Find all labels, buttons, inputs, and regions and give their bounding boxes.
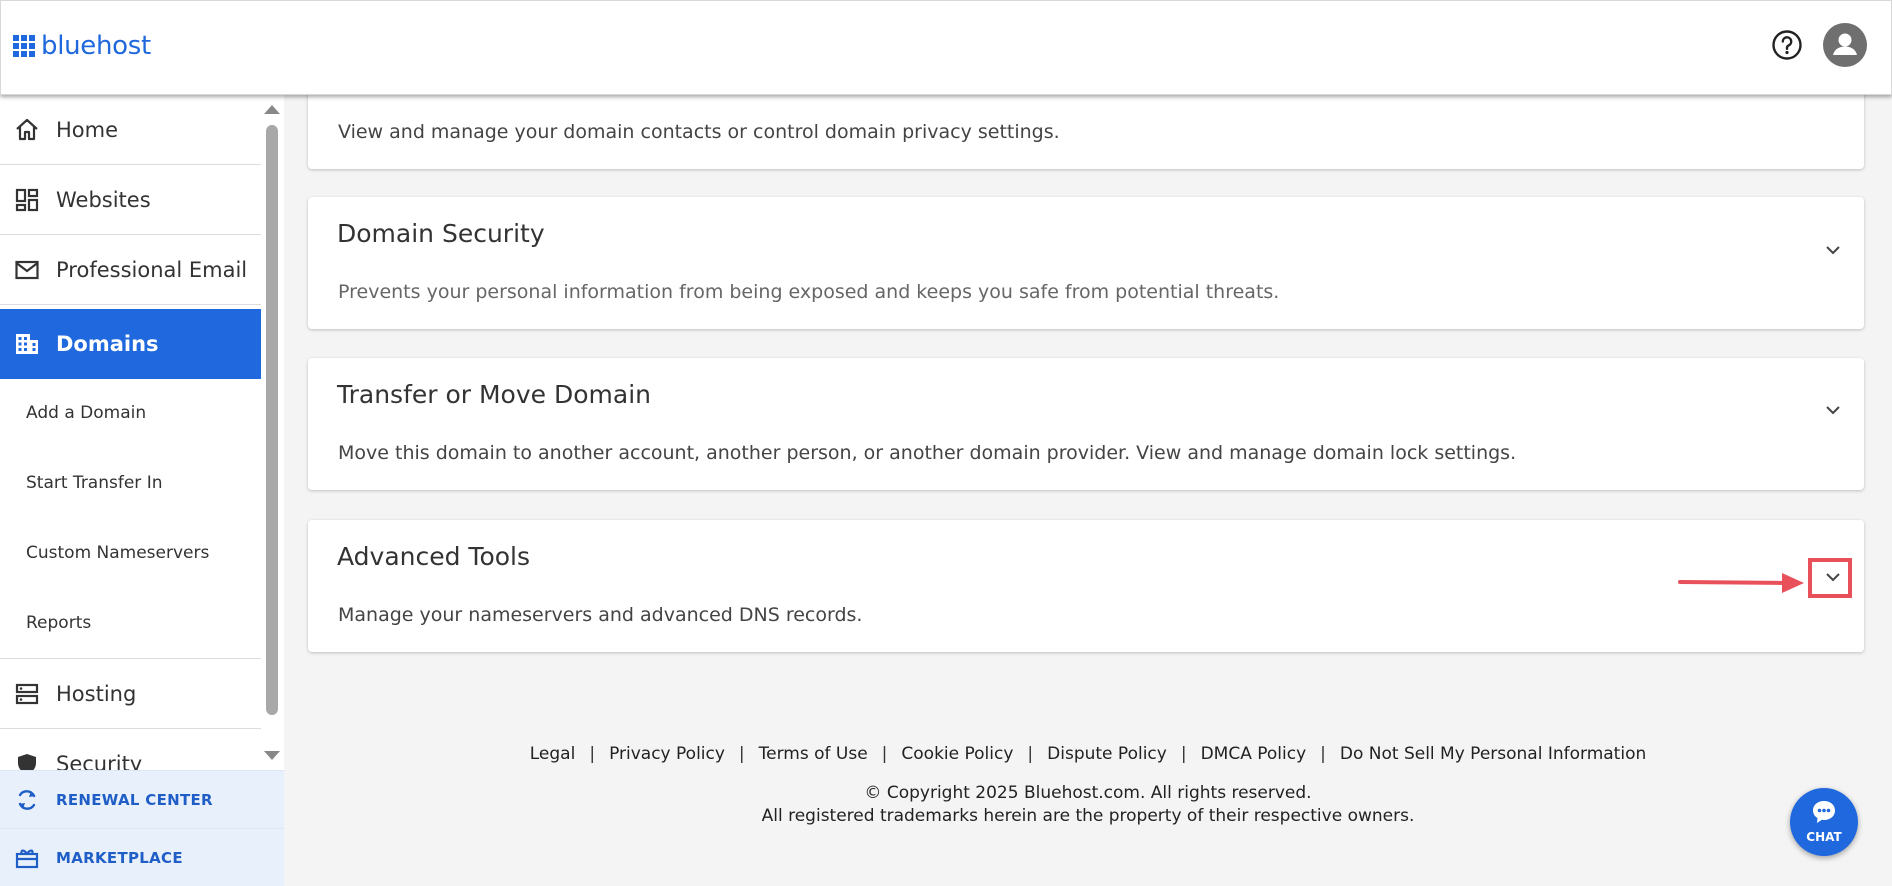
sidebar-item-hosting[interactable]: Hosting	[0, 659, 261, 729]
footer-link-terms-of-use[interactable]: Terms of Use	[759, 744, 868, 764]
user-icon	[1833, 33, 1857, 55]
footer-copyright: © Copyright 2025 Bluehost.com. All right…	[864, 783, 1312, 803]
card-description: Prevents your personal information from …	[338, 281, 1280, 303]
chat-button[interactable]: CHAT	[1790, 788, 1858, 856]
logo-grid-icon	[13, 35, 35, 57]
sidebar-nav: Home Websites Professional Email Domains…	[0, 95, 261, 770]
card-title: Advanced Tools	[337, 542, 531, 571]
sidebar-item-domains[interactable]: Domains	[0, 309, 261, 379]
card-title: Transfer or Move Domain	[337, 380, 651, 409]
server-icon	[15, 683, 39, 704]
chat-bubble-icon	[1813, 801, 1835, 823]
sidebar-item-label: Security	[56, 752, 143, 770]
logo-text: bluehost	[41, 31, 151, 61]
domains-icon	[16, 334, 38, 354]
chevron-down-icon[interactable]	[1824, 244, 1842, 256]
sidebar-scroll-thumb[interactable]	[266, 125, 278, 715]
main-content: View and manage your domain contacts or …	[284, 85, 1892, 886]
mail-icon	[15, 260, 39, 279]
sidebar-item-professional-email[interactable]: Professional Email	[0, 235, 261, 305]
footer-links: Legal | Privacy Policy | Terms of Use | Cookie…	[529, 744, 1647, 764]
user-avatar[interactable]	[1823, 23, 1867, 67]
footer-trademark: All registered trademarks herein are the…	[761, 806, 1415, 826]
chevron-down-icon[interactable]	[1824, 404, 1842, 416]
transfer-move-domain-card[interactable]: Transfer or Move Domain Move this domain…	[308, 358, 1864, 490]
footer-link-dispute-policy[interactable]: Dispute Policy	[1047, 744, 1167, 764]
home-icon	[16, 118, 38, 140]
footer-link-do-not-sell[interactable]: Do Not Sell My Personal Information	[1340, 744, 1646, 764]
card-description: Move this domain to another account, ano…	[338, 442, 1517, 464]
sidebar-item-websites[interactable]: Websites	[0, 165, 261, 235]
question-circle-icon[interactable]	[1771, 29, 1803, 61]
footer-link-cookie-policy[interactable]: Cookie Policy	[901, 744, 1013, 764]
sidebar-subitem-custom-nameservers[interactable]: Custom Nameservers	[26, 543, 209, 563]
footer-link-legal[interactable]: Legal	[530, 744, 576, 764]
scroll-up-icon[interactable]	[264, 105, 280, 114]
sidebar-subitem-add-domain[interactable]: Add a Domain	[26, 403, 146, 423]
renewal-center-label: RENEWAL CENTER	[56, 790, 213, 809]
sidebar-item-security[interactable]: Security	[0, 729, 261, 770]
marketplace-label: MARKETPLACE	[56, 848, 183, 867]
highlight-box	[1808, 558, 1852, 598]
sidebar: Home Websites Professional Email Domains…	[0, 95, 284, 886]
advanced-tools-card[interactable]: Advanced Tools Manage your nameservers a…	[308, 520, 1864, 652]
bluehost-logo[interactable]: bluehost	[13, 31, 151, 61]
gift-icon	[15, 849, 39, 868]
domain-security-card[interactable]: Domain Security Prevents your personal i…	[308, 197, 1864, 329]
shield-icon	[18, 754, 36, 770]
sidebar-item-label: Home	[56, 117, 119, 142]
red-arrow-icon	[1678, 573, 1804, 593]
sidebar-item-home[interactable]: Home	[0, 95, 261, 165]
dashboard-icon	[15, 188, 39, 211]
sidebar-item-label: Professional Email	[56, 257, 248, 282]
card-description: Manage your nameservers and advanced DNS…	[338, 604, 863, 626]
marketplace-button[interactable]: MARKETPLACE	[0, 828, 284, 886]
sidebar-subitem-reports[interactable]: Reports	[26, 613, 91, 633]
scroll-down-icon[interactable]	[264, 751, 280, 760]
renewal-center-button[interactable]: RENEWAL CENTER	[0, 770, 284, 828]
card-title: Domain Security	[337, 219, 545, 248]
sidebar-subitem-start-transfer-in[interactable]: Start Transfer In	[26, 473, 162, 493]
sidebar-item-label: Hosting	[56, 681, 137, 706]
top-header: bluehost	[0, 0, 1892, 95]
card-description: View and manage your domain contacts or …	[338, 121, 1060, 143]
footer-link-dmca-policy[interactable]: DMCA Policy	[1201, 744, 1307, 764]
sidebar-item-label: Domains	[56, 332, 159, 356]
sidebar-item-label: Websites	[56, 187, 151, 212]
domain-contacts-card[interactable]: View and manage your domain contacts or …	[308, 85, 1864, 169]
refresh-icon	[18, 789, 36, 810]
footer-link-privacy-policy[interactable]: Privacy Policy	[609, 744, 725, 764]
chat-label: CHAT	[1806, 830, 1842, 844]
